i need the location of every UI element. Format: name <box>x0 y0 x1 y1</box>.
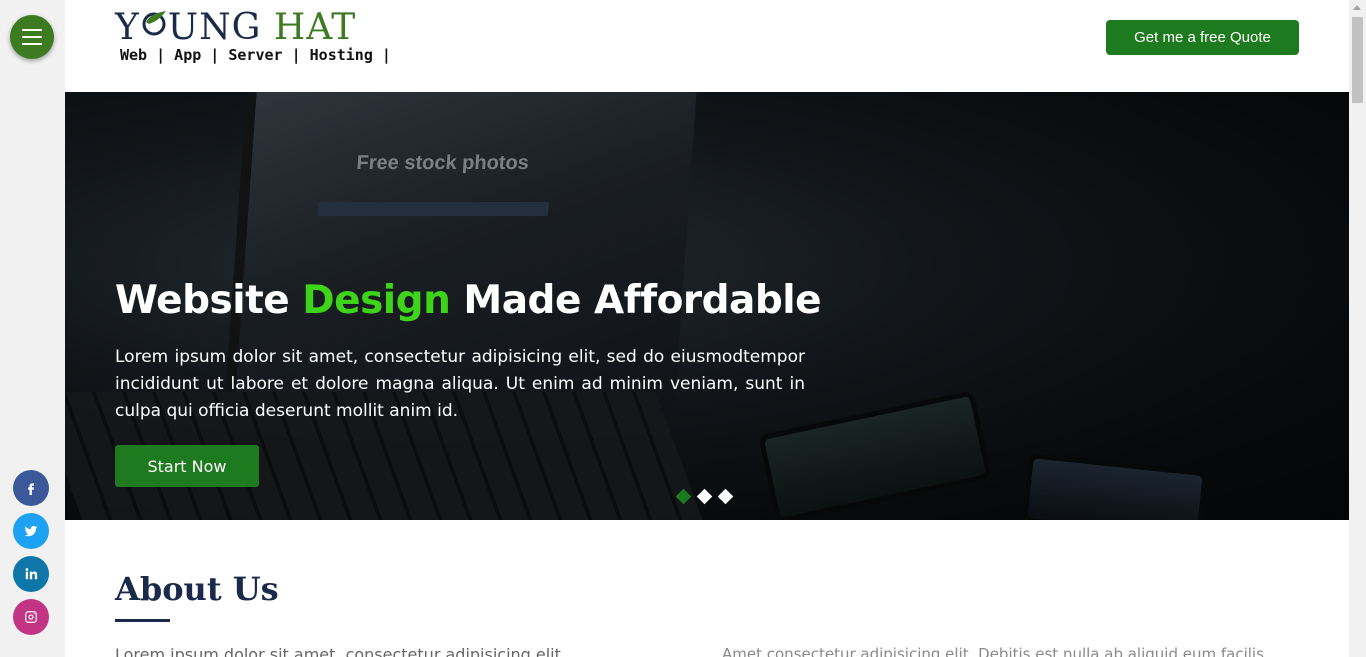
scroll-up-arrow-icon[interactable] <box>1353 5 1361 10</box>
about-left-text: Lorem ipsum dolor sit amet, consectetur … <box>115 645 561 657</box>
hamburger-icon-line <box>22 43 42 45</box>
facebook-icon[interactable] <box>13 470 49 506</box>
hero-title-part2: Made Affordable <box>463 278 822 323</box>
site-header: Y UNG HAT Web | App | Server | Hosting |… <box>65 0 1349 92</box>
scrollbar-thumb[interactable] <box>1352 17 1363 103</box>
hero-banner: Free stock photos Website Design Made Af… <box>65 92 1349 520</box>
slider-dot-2[interactable] <box>696 488 713 505</box>
logo-tagline: Web | App | Server | Hosting | <box>120 46 391 64</box>
site-logo[interactable]: Y UNG HAT Web | App | Server | Hosting | <box>115 8 391 68</box>
left-rail <box>0 0 65 657</box>
start-now-button[interactable]: Start Now <box>115 445 259 487</box>
instagram-icon[interactable] <box>13 599 49 635</box>
logo-word-hat: HAT <box>273 7 357 48</box>
logo-hat-icon <box>142 11 166 36</box>
get-quote-button[interactable]: Get me a free Quote <box>1106 20 1299 55</box>
hamburger-icon-line <box>22 36 42 38</box>
twitter-icon[interactable] <box>13 513 49 549</box>
slider-dot-3[interactable] <box>717 488 734 505</box>
logo-letter-y: Y <box>115 7 140 48</box>
hero-title: Website Design Made Affordable <box>115 278 822 323</box>
about-divider <box>115 619 170 622</box>
about-right-text: Amet consectetur adipisicing elit. Debit… <box>722 645 1264 657</box>
hero-title-part1: Website <box>115 278 290 323</box>
page-scrollbar[interactable] <box>1349 0 1366 657</box>
logo-title: Y UNG HAT <box>115 8 356 48</box>
about-title: About Us <box>115 570 279 608</box>
hamburger-menu-button[interactable] <box>10 15 54 59</box>
hero-description: Lorem ipsum dolor sit amet, consectetur … <box>115 347 805 421</box>
slider-dot-1[interactable] <box>675 488 692 505</box>
slider-dots <box>675 488 734 505</box>
hero-title-accent: Design <box>302 278 451 323</box>
hamburger-icon-line <box>22 29 42 31</box>
linkedin-icon[interactable] <box>13 556 49 592</box>
logo-word-ung: UNG <box>167 7 262 48</box>
